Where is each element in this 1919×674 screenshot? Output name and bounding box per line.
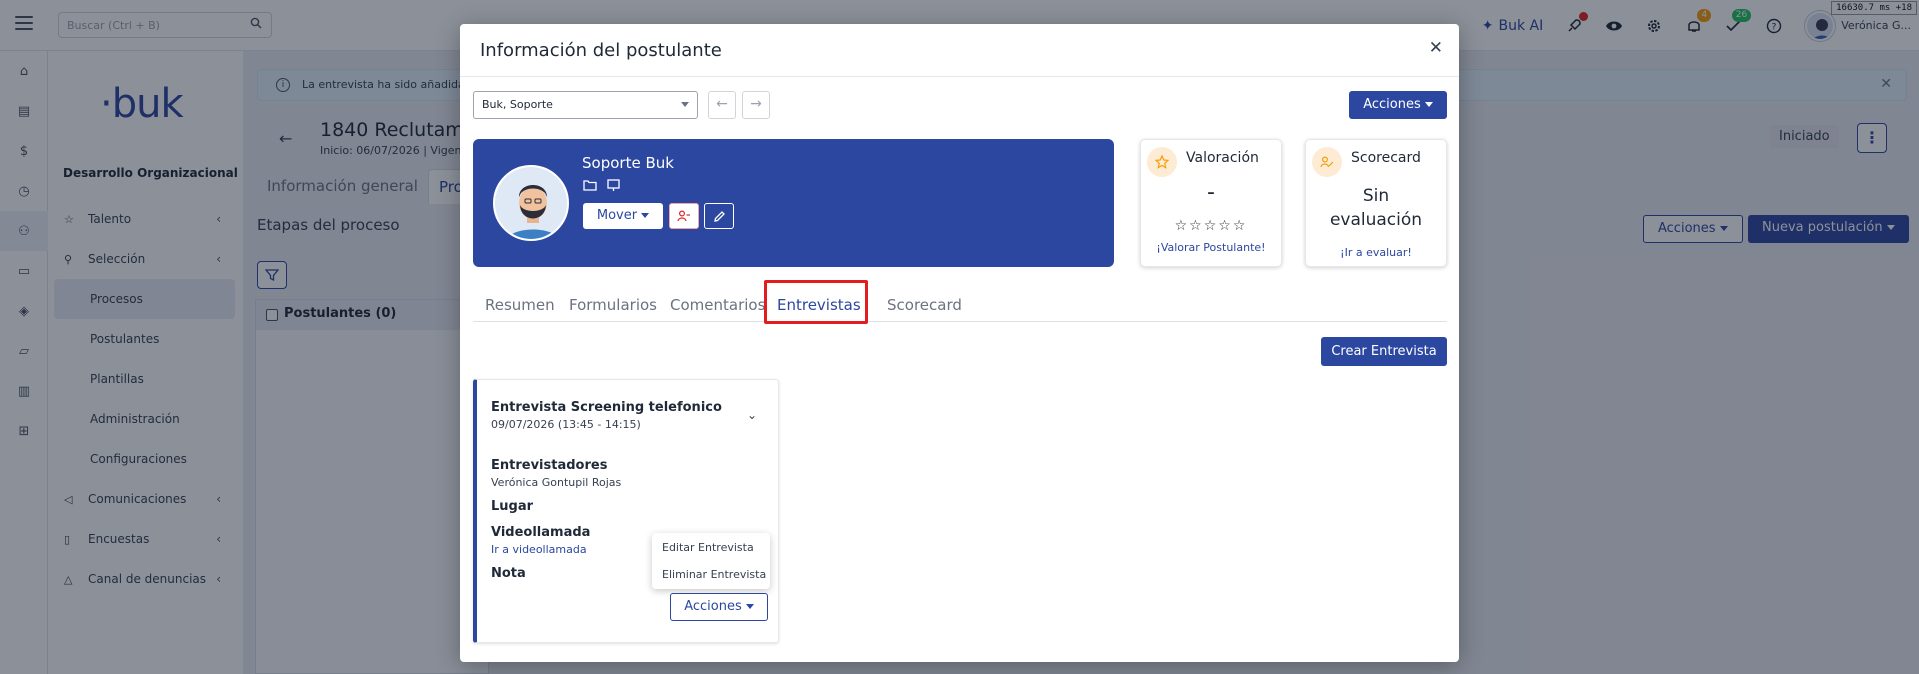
entrevistadores-label: Entrevistadores (491, 458, 608, 473)
tab-formularios[interactable]: Formularios (569, 288, 657, 322)
videollamada-link[interactable]: Ir a videollamada (491, 543, 587, 556)
modal-header: Información del postulante ✕ (460, 24, 1459, 77)
videollamada-label: Videollamada (491, 525, 591, 540)
scorecard-card: Scorecard Sin evaluación ¡Ir a evaluar! (1305, 139, 1447, 267)
valoracion-title: Valoración (1186, 150, 1259, 166)
candidate-select-value: Buk, Soporte (482, 98, 553, 111)
next-candidate-button[interactable]: → (742, 91, 770, 119)
interview-acciones-button[interactable]: Acciones (670, 593, 768, 621)
interview-title: Entrevista Screening telefonico (491, 400, 722, 415)
valoracion-value: - (1207, 180, 1215, 205)
candidate-avatar (493, 165, 569, 241)
nota-label: Nota (491, 566, 526, 581)
entrevistadores-value: Verónica Gontupil Rojas (491, 476, 622, 489)
scorecard-value-1: Sin (1362, 186, 1390, 206)
star-icon (1147, 147, 1177, 177)
valoracion-card: Valoración - ☆☆☆☆☆ ¡Valorar Postulante! (1140, 139, 1282, 267)
remove-candidate-button[interactable] (669, 203, 699, 229)
chevron-down-icon[interactable]: ⌄ (747, 408, 757, 422)
chevron-down-icon (681, 102, 689, 107)
interview-actions-menu: Editar Entrevista Eliminar Entrevista (652, 533, 770, 589)
candidate-quick-icons (583, 179, 620, 196)
valorar-link[interactable]: ¡Valorar Postulante! (1141, 241, 1281, 254)
evaluar-link[interactable]: ¡Ir a evaluar! (1306, 246, 1446, 259)
prev-candidate-button[interactable]: ← (708, 91, 736, 119)
candidate-name: Soporte Buk (582, 154, 674, 172)
menu-item-eliminar[interactable]: Eliminar Entrevista (662, 568, 766, 581)
mover-label: Mover (596, 208, 638, 223)
acciones-label: Acciones (1363, 97, 1421, 112)
tab-comentarios[interactable]: Comentarios (670, 288, 765, 322)
interview-date: 09/07/2026 (13:45 - 14:15) (491, 418, 641, 431)
tab-scorecard[interactable]: Scorecard (887, 288, 962, 322)
mover-button[interactable]: Mover (583, 203, 663, 229)
candidate-tabs: Resumen Formularios Comentarios Entrevis… (473, 288, 1447, 322)
modal-acciones-button[interactable]: Acciones (1349, 91, 1447, 119)
close-icon[interactable]: ✕ (1429, 38, 1443, 58)
user-remove-icon (677, 210, 690, 222)
tab-resumen[interactable]: Resumen (485, 288, 555, 322)
candidate-profile-card: Soporte Buk Mover (473, 139, 1114, 267)
crear-entrevista-button[interactable]: Crear Entrevista (1321, 337, 1447, 366)
edit-candidate-button[interactable] (704, 203, 734, 229)
lugar-label: Lugar (491, 499, 534, 514)
modal-title: Información del postulante (480, 40, 722, 61)
candidate-modal: Información del postulante ✕ Buk, Soport… (460, 24, 1459, 662)
rating-stars[interactable]: ☆☆☆☆☆ (1141, 218, 1281, 234)
candidate-select[interactable]: Buk, Soporte (473, 91, 698, 119)
interview-card: Entrevista Screening telefonico 09/07/20… (473, 379, 779, 643)
acciones-label: Acciones (684, 599, 742, 614)
scorecard-title: Scorecard (1351, 150, 1421, 166)
presentation-icon[interactable] (607, 179, 620, 196)
highlight-box (764, 280, 868, 324)
scorecard-icon (1312, 147, 1342, 177)
pencil-icon (713, 210, 725, 222)
menu-item-editar[interactable]: Editar Entrevista (662, 541, 754, 554)
folder-icon[interactable] (583, 179, 597, 196)
scorecard-value-2: evaluación (1329, 210, 1423, 230)
